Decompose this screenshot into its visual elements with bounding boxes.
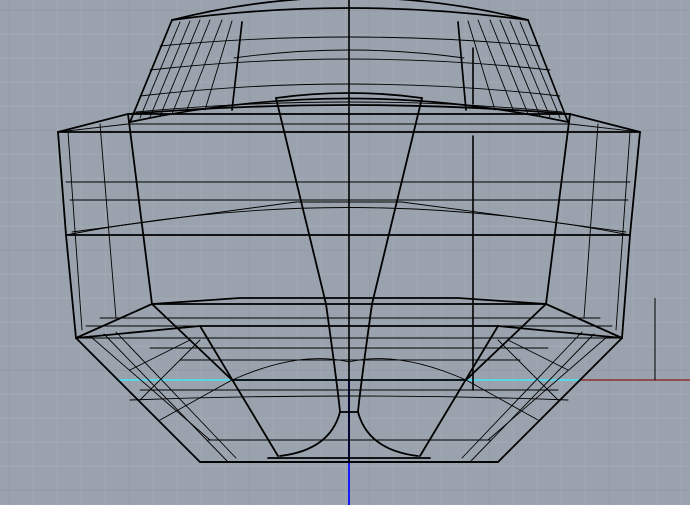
grid-major <box>0 0 690 505</box>
front-viewport[interactable] <box>0 0 690 505</box>
viewport-canvas[interactable] <box>0 0 690 505</box>
